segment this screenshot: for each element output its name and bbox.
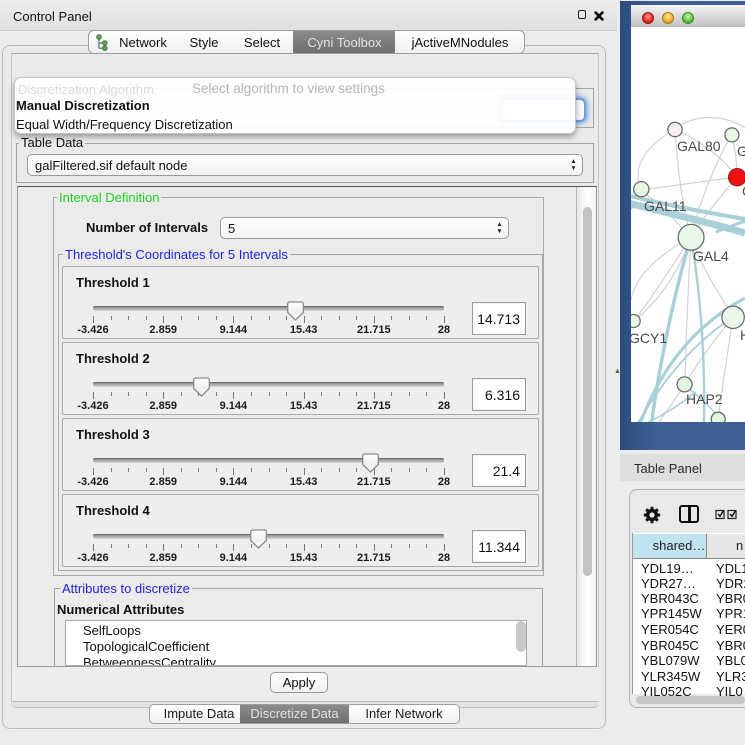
svg-text:GAL80: GAL80 <box>677 138 721 154</box>
svg-text:GAL11: GAL11 <box>644 198 687 214</box>
svg-text:H: H <box>740 327 745 343</box>
svg-text:HAP2: HAP2 <box>686 391 723 407</box>
svg-text:G: G <box>737 143 745 159</box>
svg-text:GCY1: GCY1 <box>631 330 667 346</box>
svg-text:GAL4: GAL4 <box>693 248 729 264</box>
